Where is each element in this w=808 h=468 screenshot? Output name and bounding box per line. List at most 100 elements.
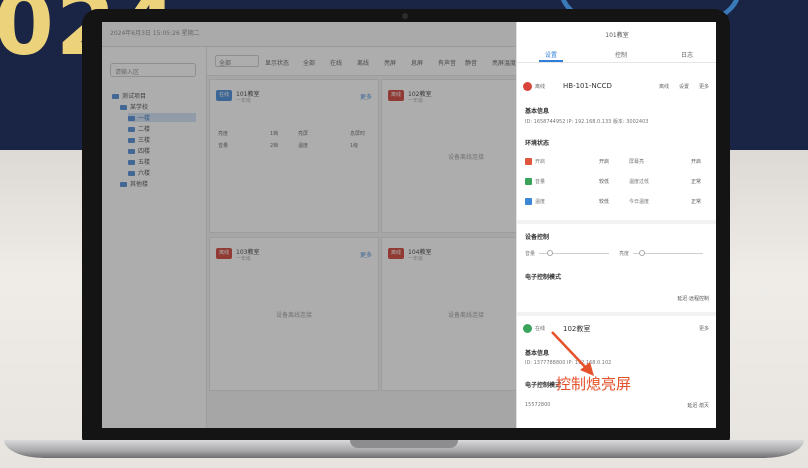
folder-icon — [128, 160, 135, 165]
env-label: 开启 — [535, 159, 546, 165]
tree-node[interactable]: 三楼 — [128, 135, 150, 144]
tab-control[interactable]: 控制 — [615, 50, 627, 59]
folder-icon — [128, 149, 135, 154]
env-icon — [525, 158, 532, 165]
device-card[interactable]: 离线 103教室 一年级 更多 设备离线连接 — [209, 237, 379, 391]
tree-node[interactable]: 二楼 — [128, 124, 150, 133]
card-subtitle: 一年级 — [236, 98, 252, 104]
tree-node-label: 一楼 — [138, 115, 151, 122]
status-badge: 离线 — [388, 90, 404, 101]
card-stat: 息屏时 — [350, 131, 366, 137]
filter-option[interactable]: 亮屏 — [384, 58, 396, 67]
annotation-text: 控制熄亮屏 — [556, 375, 632, 393]
filter-bar: 全部 显示状态 全部 在线 离线 亮屏 息屏 有声音 静音 亮屏温度 — [207, 47, 516, 76]
folder-icon — [128, 171, 135, 176]
folder-icon — [128, 138, 135, 143]
brightness-slider-handle[interactable] — [639, 250, 645, 256]
basic-info-heading: 基本信息 — [525, 350, 550, 357]
folder-icon — [128, 116, 135, 121]
env-value: 较低 — [599, 199, 610, 205]
device-state: 离线 — [659, 84, 670, 90]
device-detail-panel: 101教室 设置 控制 日志 离线 HB-101-NCCD 离线 设置 更多 基… — [516, 22, 716, 428]
tree-node[interactable]: 四楼 — [128, 146, 150, 155]
env-heading: 环境状态 — [525, 140, 550, 147]
active-tab-indicator — [539, 60, 563, 62]
card-stat: 音量 — [218, 143, 229, 149]
device-status: 离线 — [535, 84, 546, 90]
card-more-link[interactable]: 更多 — [360, 92, 372, 101]
volume-slider-handle[interactable] — [547, 250, 553, 256]
tree-node[interactable]: 其他楼 — [120, 179, 148, 188]
filter-option[interactable]: 在线 — [330, 58, 342, 67]
annotation-arrow-icon — [551, 331, 594, 376]
env-value: 较低 — [599, 179, 610, 185]
tab-settings[interactable]: 设置 — [545, 50, 557, 59]
tab-log[interactable]: 日志 — [681, 50, 693, 59]
power-mode-heading: 电子控制模式 — [525, 274, 562, 281]
power-mode-action[interactable]: 延迟·熄灭 — [687, 402, 709, 409]
tree-node-label: 四楼 — [138, 148, 151, 155]
folder-icon — [120, 105, 127, 110]
basic-info-heading: 基本信息 — [525, 108, 550, 115]
webcam-icon — [402, 13, 408, 19]
env-value: 正常 — [691, 199, 702, 205]
status-badge: 离线 — [216, 248, 232, 259]
area-tree: 请输入区 测试项目某学校一楼二楼三楼四楼五楼六楼其他楼 — [102, 47, 207, 428]
env-label: 今日温度 — [629, 199, 650, 205]
env-icon — [525, 198, 532, 205]
power-mode-action[interactable]: 延迟·远程控制 — [677, 295, 709, 302]
tree-node[interactable]: 六楼 — [128, 168, 150, 177]
card-empty-text: 设备离线连接 — [275, 312, 312, 319]
card-more-link[interactable]: 更多 — [360, 250, 372, 259]
device-settings-link[interactable]: 设置 — [679, 83, 689, 90]
divider — [517, 312, 716, 316]
card-stat: 2档 — [270, 143, 279, 149]
filter-option[interactable]: 亮屏温度 — [492, 58, 516, 67]
card-stat: 1档 — [270, 131, 279, 137]
filter-select[interactable]: 全部 — [215, 55, 259, 67]
status-badge: 在线 — [216, 90, 232, 101]
card-stat: 亮屏 — [298, 131, 309, 137]
filter-option[interactable]: 静音 — [465, 58, 477, 67]
control-heading: 设备控制 — [525, 234, 550, 241]
tree-search-input[interactable]: 请输入区 — [110, 63, 196, 77]
device-card[interactable]: 在线 101教室 一年级 更多 亮度 1档 音量 2档 亮屏 息屏时 温度 1级 — [209, 79, 379, 233]
device-row-1[interactable]: 离线 HB-101-NCCD 离线 设置 更多 — [523, 80, 713, 94]
device-status: 在线 — [535, 326, 546, 332]
device-more-link[interactable]: 更多 — [699, 325, 709, 332]
card-subtitle: 一年级 — [408, 256, 424, 262]
filter-option[interactable]: 离线 — [357, 58, 369, 67]
tree-node-label: 其他楼 — [130, 181, 149, 188]
env-label: 屏幕亮 — [629, 159, 645, 165]
status-dot-icon — [523, 82, 532, 91]
tree-node-label: 二楼 — [138, 126, 151, 133]
device-id: HB-101-NCCD — [563, 82, 612, 90]
status-badge: 离线 — [388, 248, 404, 259]
env-label: 温度 — [535, 199, 546, 205]
brightness-label: 亮度 — [619, 251, 630, 257]
app-header: 2024年6月3日 15:05:26 星期二 — [102, 22, 516, 47]
tree-node-label: 测试项目 — [122, 93, 147, 100]
tree-node[interactable]: 一楼 — [128, 113, 196, 122]
device-grid: 全部 显示状态 全部 在线 离线 亮屏 息屏 有声音 静音 亮屏温度 在线 101教室 一年级 更多… — [207, 47, 551, 428]
filter-option[interactable]: 有声音 — [438, 58, 456, 67]
tree-node[interactable]: 测试项目 — [112, 91, 146, 100]
status-dot-icon — [523, 324, 532, 333]
basic-info-line: ID: 1658744952 IP: 192.168.0.133 版本: 300… — [525, 119, 649, 125]
tree-node-label: 三楼 — [138, 137, 151, 144]
tree-node[interactable]: 某学校 — [120, 102, 148, 111]
device-more-link[interactable]: 更多 — [699, 83, 709, 90]
card-stat: 亮度 — [218, 131, 229, 137]
panel-title: 101教室 — [605, 32, 629, 39]
card-subtitle: 一年级 — [236, 256, 252, 262]
folder-icon — [120, 182, 127, 187]
filter-option[interactable]: 息屏 — [411, 58, 423, 67]
filter-label: 显示状态 — [265, 60, 290, 67]
tree-node[interactable]: 五楼 — [128, 157, 150, 166]
tree-node-label: 某学校 — [130, 104, 149, 111]
power-mode-value: 15572800 — [525, 402, 551, 408]
filter-option[interactable]: 全部 — [303, 58, 315, 67]
volume-label: 音量 — [525, 251, 536, 257]
header-datetime: 2024年6月3日 15:05:26 星期二 — [110, 30, 200, 37]
laptop-screen: 2024年6月3日 15:05:26 星期二 请输入区 测试项目某学校一楼二楼三… — [102, 22, 716, 428]
